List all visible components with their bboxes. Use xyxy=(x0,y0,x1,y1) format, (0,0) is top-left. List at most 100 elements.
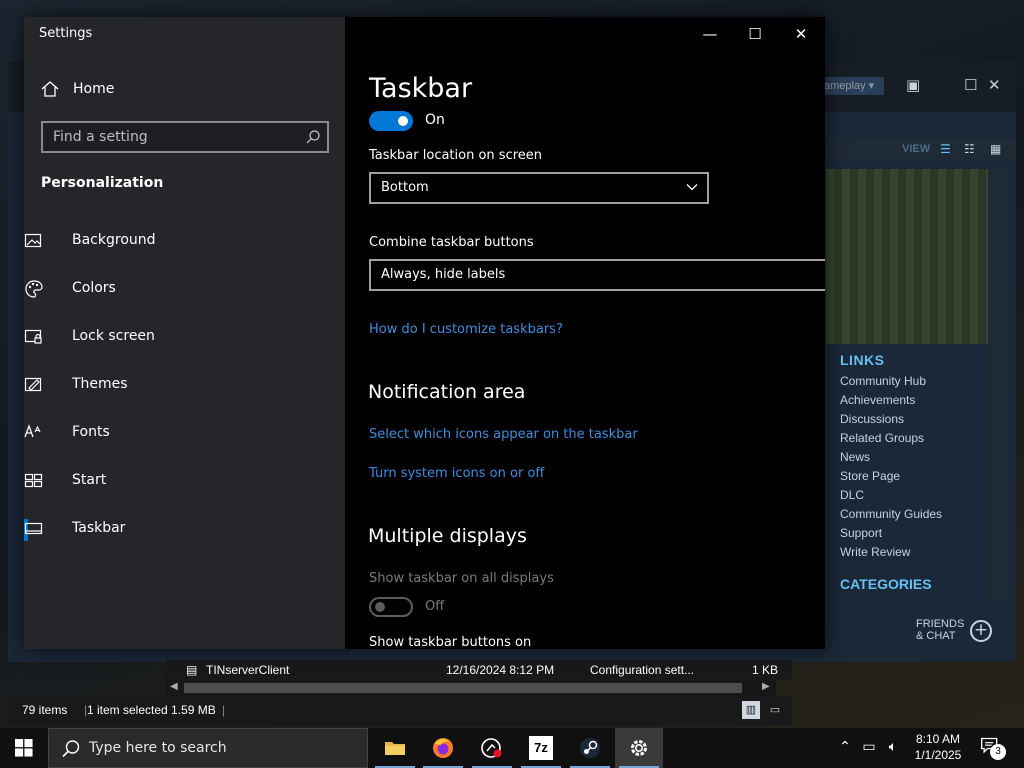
notification-area-header: Notification area xyxy=(368,381,526,403)
friends-line: FRIENDS xyxy=(916,618,965,630)
windows-logo-icon xyxy=(15,739,33,757)
show-buttons-label: Show taskbar buttons on xyxy=(369,635,532,649)
minimize-icon[interactable]: — xyxy=(693,23,727,45)
steam-link[interactable]: Achievements xyxy=(840,391,942,410)
steam-link[interactable]: Related Groups xyxy=(840,429,942,448)
find-setting-search[interactable] xyxy=(41,121,329,153)
volume-icon[interactable]: 🔈︎ xyxy=(884,739,902,757)
taskbar-recorder[interactable] xyxy=(468,728,516,768)
steam-link[interactable]: Store Page xyxy=(840,467,942,486)
search-icon xyxy=(62,740,80,758)
multiple-displays-header: Multiple displays xyxy=(368,525,527,547)
steam-link[interactable]: Support xyxy=(840,524,942,543)
taskbar-search-placeholder: Type here to search xyxy=(89,740,227,756)
details-view-icon[interactable]: ▥ xyxy=(742,701,760,719)
notification-count-badge: 3 xyxy=(990,744,1006,760)
scroll-right-icon[interactable]: ▶ xyxy=(762,681,770,692)
home-label: Home xyxy=(73,81,115,97)
file-name: TINserverClient xyxy=(206,663,290,677)
friends-chat-label[interactable]: FRIENDS & CHAT xyxy=(916,618,964,642)
taskbar-file-explorer[interactable] xyxy=(371,728,419,768)
steam-view-bar: VIEW ☰ ☷ ▦ xyxy=(826,138,1016,162)
combine-dropdown[interactable]: Always, hide labels xyxy=(369,259,825,291)
grid-view-icon[interactable]: ▦ xyxy=(990,142,1001,156)
steam-close-icon[interactable]: ✕ xyxy=(988,76,1001,94)
steam-link[interactable]: Write Review xyxy=(840,543,942,562)
list-view-icon[interactable]: ☷ xyxy=(964,142,975,156)
sidebar-item-label: Colors xyxy=(72,280,116,296)
sidebar-item-taskbar[interactable]: Taskbar xyxy=(24,507,345,551)
show-all-displays-label: Show taskbar on all displays xyxy=(369,571,554,586)
steam-link[interactable]: Discussions xyxy=(840,410,942,429)
home-icon xyxy=(41,81,59,97)
file-icon: ▤ xyxy=(186,663,198,677)
sidebar-item-label: Start xyxy=(72,472,107,488)
steam-screen-icon[interactable]: ▣ xyxy=(906,76,920,94)
lock-toggle-state: On xyxy=(425,112,445,128)
steam-maximize-icon[interactable]: ☐ xyxy=(964,76,977,94)
taskbar-firefox[interactable] xyxy=(419,728,467,768)
combine-label: Combine taskbar buttons xyxy=(369,235,534,250)
lock-taskbar-toggle[interactable] xyxy=(369,111,413,131)
steam-icon xyxy=(580,738,600,758)
action-center-button[interactable]: 3 xyxy=(980,736,1008,760)
select-icons-link[interactable]: Select which icons appear on the taskbar xyxy=(369,427,638,442)
7zip-icon: 7z xyxy=(529,736,553,760)
scroll-thumb[interactable] xyxy=(184,683,742,693)
personalization-header: Personalization xyxy=(41,175,164,191)
sidebar-item-background[interactable]: Background xyxy=(24,219,345,263)
combine-value: Always, hide labels xyxy=(381,267,506,282)
chevron-up-icon[interactable]: ⌃ xyxy=(836,739,854,757)
settings-gear-icon xyxy=(631,740,647,756)
scroll-left-icon[interactable]: ◀ xyxy=(170,681,178,692)
toggle-knob xyxy=(375,602,385,612)
categories-header[interactable]: CATEGORIES xyxy=(840,576,932,592)
search-icon[interactable] xyxy=(305,129,321,145)
sidebar-item-themes[interactable]: Themes xyxy=(24,363,345,407)
file-size: 1 KB xyxy=(752,663,779,677)
taskbar-search-box[interactable]: Type here to search xyxy=(48,728,368,768)
page-title: Taskbar xyxy=(369,73,473,104)
location-dropdown[interactable]: Bottom xyxy=(369,172,709,204)
file-date: 12/16/2024 8:12 PM xyxy=(446,663,555,677)
sidebar-item-start[interactable]: Start xyxy=(24,459,345,503)
fonts-icon xyxy=(24,424,41,438)
sidebar-item-fonts[interactable]: Fonts xyxy=(24,411,345,455)
add-friend-icon[interactable]: + xyxy=(970,620,992,642)
taskbar-clock[interactable]: 8:10 AM 1/1/2025 xyxy=(906,731,970,763)
themes-icon xyxy=(24,377,42,392)
steam-links-panel: LINKS Community Hub Achievements Discuss… xyxy=(840,352,942,562)
taskbar-steam[interactable] xyxy=(566,728,614,768)
system-icons-link[interactable]: Turn system icons on or off xyxy=(369,466,544,481)
sidebar-item-lock-screen[interactable]: Lock screen xyxy=(24,315,345,359)
image-icon xyxy=(24,233,42,248)
explorer-horizontal-scrollbar[interactable]: ◀ ▶ xyxy=(166,680,776,696)
search-input[interactable] xyxy=(43,123,293,151)
steam-link[interactable]: Community Guides xyxy=(840,505,942,524)
detail-view-icon[interactable]: ☰ xyxy=(940,142,951,156)
taskbar-settings[interactable] xyxy=(615,728,663,768)
network-icon[interactable]: ▭ xyxy=(860,739,878,757)
large-icons-view-icon[interactable]: ▭ xyxy=(766,701,784,719)
toggle-knob xyxy=(398,116,408,126)
file-type: Configuration sett... xyxy=(590,663,695,677)
steam-link[interactable]: Community Hub xyxy=(840,372,942,391)
close-icon[interactable]: ✕ xyxy=(784,23,818,45)
steam-scrollbar[interactable] xyxy=(988,169,1006,599)
taskbar-7zip[interactable]: 7z xyxy=(517,728,565,768)
start-button[interactable] xyxy=(0,728,48,768)
sidebar-item-label: Background xyxy=(72,232,156,248)
item-count: 79 items xyxy=(22,703,68,717)
steam-link[interactable]: DLC xyxy=(840,486,942,505)
maximize-icon[interactable]: ☐ xyxy=(738,23,772,45)
customize-taskbar-link[interactable]: How do I customize taskbars? xyxy=(369,322,563,337)
links-header: LINKS xyxy=(840,352,885,368)
steam-link[interactable]: News xyxy=(840,448,942,467)
file-list-row[interactable]: ▤ TINserverClient 12/16/2024 8:12 PM Con… xyxy=(166,660,792,680)
taskbar-icon xyxy=(24,522,43,535)
location-label: Taskbar location on screen xyxy=(369,148,543,163)
show-all-displays-toggle[interactable] xyxy=(369,597,413,617)
sidebar-item-colors[interactable]: Colors xyxy=(24,267,345,311)
selection-info: 1 item selected 1.59 MB xyxy=(87,703,216,717)
clock-time: 8:10 AM xyxy=(915,732,961,746)
